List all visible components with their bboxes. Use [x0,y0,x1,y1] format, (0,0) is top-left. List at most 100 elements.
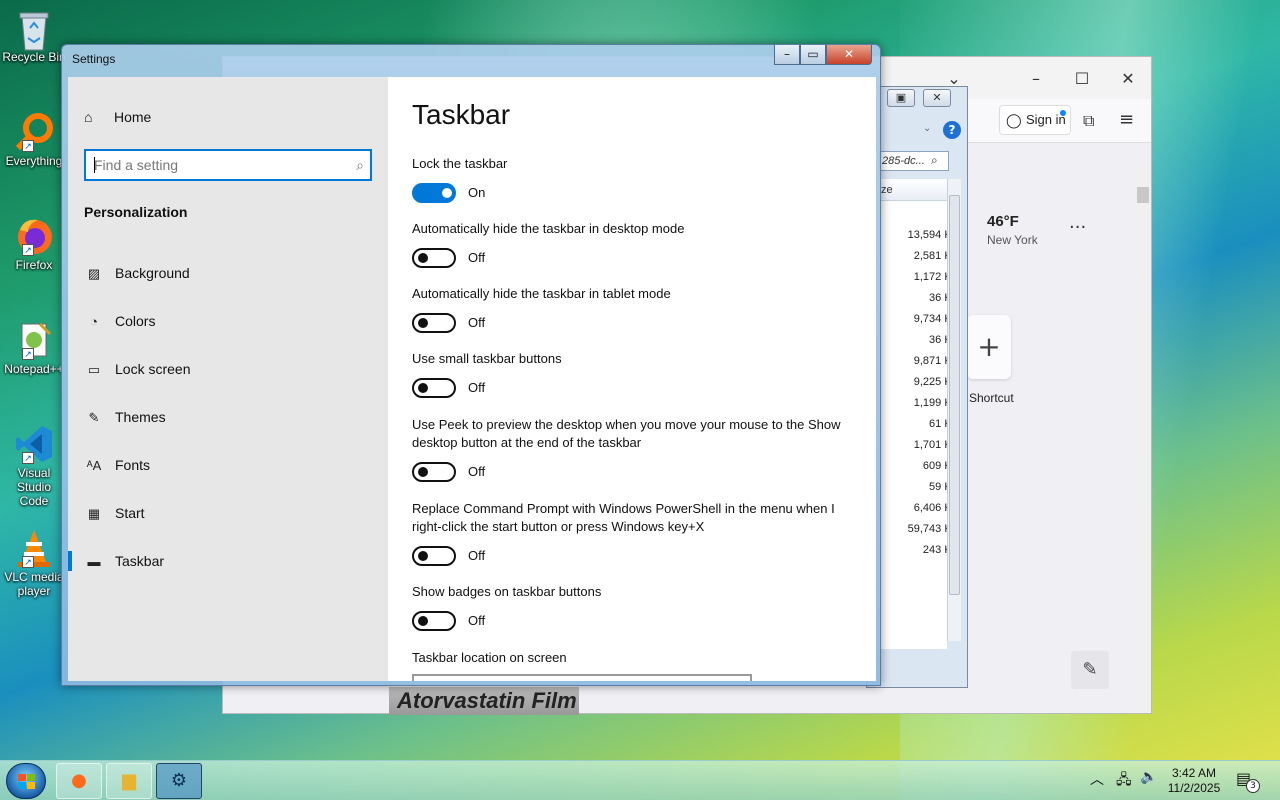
weather-more-button[interactable]: ··· [1069,217,1086,238]
explorer-scrollbar[interactable] [947,179,961,641]
folder-icon: ▆ [122,770,136,791]
option-label: Use small taskbar buttons [412,351,562,366]
window-title: Settings [72,52,116,66]
option-label: Replace Command Prompt with Windows Powe… [412,501,835,534]
toggle-knob [418,253,428,263]
taskbar-explorer-button[interactable]: ▆ [106,763,152,799]
firefox-icon: ● [71,770,87,791]
option-toggle[interactable] [412,546,456,566]
option-label: Lock the taskbar [412,156,508,171]
find-setting-input[interactable]: Find a setting ⌕ [84,149,372,181]
action-center-icon[interactable]: ▤ 3 [1236,769,1260,793]
option-toggle[interactable] [412,462,456,482]
desktop-icon-label: Everything [5,154,63,168]
taskbar-location-dropdown[interactable] [412,674,752,681]
toggle-knob [442,188,452,198]
weather-temperature: 46°F [987,213,1019,230]
weather-city: New York [987,233,1038,247]
search-field[interactable]: 285-dc... [879,151,949,171]
nav-item-background[interactable]: ▨ Background [84,261,190,285]
section-heading: Personalization [84,204,188,220]
home-label: Home [114,109,152,125]
thumbnail-image: Atorvastatin Film [389,687,579,715]
nav-item-fonts[interactable]: ᴬA Fonts [84,453,150,477]
desktop-icon-recycle-bin[interactable]: Recycle Bin [2,8,66,64]
desktop-icon-vlc[interactable]: ↗ VLC media player [2,528,66,598]
explorer-window[interactable]: ▣ ✕ ⌄ ? 285-dc... ⌕ ze 13,594 KB 2,581 KB… [866,86,968,688]
chevron-down-icon[interactable]: ⌄ [923,123,931,134]
clock[interactable]: 3:42 AM 11/2/2025 [1164,766,1224,796]
desktop-icon-firefox[interactable]: ↗ Firefox [2,216,66,272]
maximize-button[interactable]: ▭ [800,45,826,65]
add-shortcut-button[interactable]: + [967,315,1011,379]
toggle-knob [418,467,428,477]
nav-item-start[interactable]: ▦ Start [84,501,145,525]
picture-icon: ▨ [87,266,101,281]
option-toggle[interactable] [412,378,456,398]
nav-item-label: Lock screen [115,361,191,377]
desktop-icon-label: Visual Studio Code [16,466,52,508]
toggle-state-label: Off [468,315,486,330]
start-button[interactable] [6,763,46,799]
gear-icon: ⚙ [170,770,188,791]
notification-count-badge: 3 [1246,779,1260,793]
help-icon[interactable]: ? [943,121,961,139]
taskbar-settings-button[interactable]: ⚙ [156,763,202,799]
volume-muted-icon[interactable]: 🔈 [1140,769,1157,785]
taskbar: ● ▆ ⚙ ︿ 🖧 🔈 3:42 AM 11/2/2025 ▤ 3 [0,760,1280,800]
search-icon[interactable]: ⌕ [931,153,938,168]
lock-screen-icon: ▭ [87,362,101,377]
desktop-icon-label: Recycle Bin [2,50,66,64]
toggle-state-label: Off [468,464,486,479]
option-toggle[interactable] [412,313,456,333]
customize-pencil-icon[interactable]: ✎ [1071,651,1109,689]
extensions-icon[interactable]: ⧉ [1083,111,1094,131]
option-toggle[interactable] [412,183,456,203]
close-button[interactable]: ✕ [1113,67,1143,91]
toggle-knob [418,551,428,561]
minimize-button[interactable]: – [774,45,800,65]
vscode-icon: ↗ [14,424,54,464]
windows-logo-icon [18,774,35,789]
settings-sidebar: ⌂ Home Find a setting ⌕ Personalization ▨… [67,77,388,681]
option-toggle[interactable] [412,611,456,631]
taskbar-settings-page: Taskbar Lock the taskbar On Automatically … [388,77,876,681]
clock-date: 11/2/2025 [1167,781,1221,795]
close-button[interactable]: ✕ [826,45,872,65]
settings-window[interactable]: Settings – ▭ ✕ ⌂ Home Find a setting ⌕ Pe… [61,44,881,686]
desktop-icon-notepad-plus-plus[interactable]: ↗ Notepad++ [2,320,66,376]
shortcut-label: Shortcut [969,391,1014,405]
minimize-button[interactable]: – [1021,67,1051,91]
network-icon[interactable]: 🖧 [1116,769,1132,793]
palette-icon: ◔ [90,314,98,329]
nav-item-colors[interactable]: ◔ Colors [84,309,155,333]
close-button[interactable]: ✕ [923,89,951,107]
menu-icon[interactable]: ≡ [1119,109,1134,130]
toggle-knob [418,318,428,328]
account-icon: ◯ [1006,112,1022,128]
option-label: Automatically hide the taskbar in tablet… [412,286,671,301]
taskbar-firefox-button[interactable]: ● [56,763,102,799]
browser-scrollbar[interactable] [1135,167,1151,713]
nav-item-themes[interactable]: ✎ Themes [84,405,166,429]
home-nav-item[interactable]: ⌂ Home [84,109,151,125]
nav-item-label: Start [115,505,145,521]
sign-in-button[interactable]: ◯ Sign in [999,105,1071,135]
show-hidden-icons-chevron-icon[interactable]: ︿ [1090,769,1104,789]
size-column-header[interactable]: ze [879,179,947,201]
maximize-button[interactable]: ▣ [887,89,915,107]
nav-item-label: Colors [115,313,156,329]
page-title: Taskbar [412,99,511,130]
nav-item-lock-screen[interactable]: ▭ Lock screen [84,357,191,381]
nav-item-label: Taskbar [115,553,165,569]
option-toggle[interactable] [412,248,456,268]
desktop-icon-vscode[interactable]: ↗ Visual Studio Code [2,424,66,508]
taskbar-location-label: Taskbar location on screen [412,650,567,665]
maximize-button[interactable]: ☐ [1067,67,1097,91]
desktop-icon-label: VLC media player [4,570,64,598]
desktop-icon-everything[interactable]: ↗ Everything [2,112,66,168]
toggle-knob [418,616,428,626]
toggle-state-label: Off [468,250,486,265]
nav-item-taskbar[interactable]: ▬ Taskbar [67,549,165,573]
notepad-plus-plus-icon: ↗ [14,320,54,360]
